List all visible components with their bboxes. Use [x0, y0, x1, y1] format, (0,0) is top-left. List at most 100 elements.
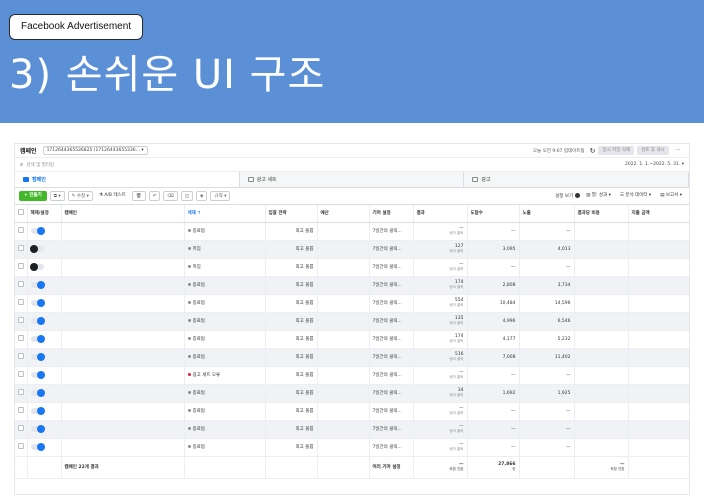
- row-checkbox[interactable]: [15, 258, 28, 277]
- campaign-name-cell[interactable]: [61, 348, 185, 367]
- checkbox[interactable]: [18, 227, 24, 233]
- tab-ads[interactable]: 광고: [464, 172, 689, 187]
- rules-button[interactable]: 규칙 ▾: [210, 191, 231, 201]
- campaign-name-cell[interactable]: [61, 294, 185, 313]
- checkbox[interactable]: [18, 317, 24, 323]
- row-checkbox[interactable]: [15, 402, 28, 421]
- campaign-name-cell[interactable]: [61, 384, 185, 403]
- checkbox[interactable]: [18, 353, 24, 359]
- tab-campaigns[interactable]: 캠페인: [15, 172, 240, 187]
- account-selector[interactable]: 1712644365536825 (17126443655336... ▾: [42, 146, 148, 155]
- column-header[interactable]: 기여 설정: [369, 205, 414, 223]
- checkbox[interactable]: [18, 443, 24, 449]
- toggle-cell[interactable]: [27, 312, 62, 331]
- column-header[interactable]: 노출: [519, 205, 575, 223]
- checkbox[interactable]: [18, 281, 24, 287]
- select-all-checkbox[interactable]: [15, 205, 28, 223]
- preview-icon[interactable]: ◫: [180, 191, 194, 201]
- table-row[interactable]: 종료됨 최고 볼륨 7일간의 클릭... 554 링크 클릭 10,484 14,596: [15, 294, 689, 313]
- campaign-name-cell[interactable]: [61, 402, 185, 421]
- more-button[interactable]: ···: [671, 146, 684, 155]
- on-off-toggle[interactable]: [30, 424, 45, 433]
- toggle-cell[interactable]: [27, 438, 62, 457]
- table-row[interactable]: 꺼짐 최고 볼륨 7일간의 클릭... 127 링크 클릭 3,095 4,013: [15, 240, 689, 259]
- checkbox[interactable]: [18, 245, 24, 251]
- edit-button[interactable]: ✎ 수정 ▾: [67, 191, 93, 201]
- toggle-cell[interactable]: [27, 222, 62, 241]
- toggle-cell[interactable]: [27, 258, 62, 277]
- toggle-cell[interactable]: [27, 366, 62, 385]
- campaign-name-cell[interactable]: [61, 222, 185, 241]
- campaign-name-cell[interactable]: [61, 330, 185, 349]
- toggle-cell[interactable]: [27, 276, 62, 295]
- row-checkbox[interactable]: [15, 222, 28, 241]
- on-off-toggle[interactable]: [30, 352, 45, 361]
- row-checkbox[interactable]: [15, 294, 28, 313]
- checkbox[interactable]: [18, 209, 24, 216]
- campaign-name-cell[interactable]: [61, 312, 185, 331]
- table-row[interactable]: 종료됨 최고 볼륨 7일간의 클릭... — 링크 클릭 — —: [15, 420, 689, 439]
- table-row[interactable]: 종료됨 최고 볼륨 7일간의 클릭... — 링크 클릭 — —: [15, 438, 689, 457]
- discard-drafts-button[interactable]: 임시 저장 삭제: [598, 146, 635, 155]
- campaign-name-cell[interactable]: [61, 438, 185, 457]
- campaign-name-cell[interactable]: [61, 420, 185, 439]
- on-off-toggle[interactable]: [30, 442, 45, 451]
- on-off-toggle[interactable]: [30, 280, 45, 289]
- checkbox[interactable]: [18, 407, 24, 413]
- on-off-toggle[interactable]: [30, 298, 45, 307]
- column-header[interactable]: 게재 ↑: [184, 205, 266, 223]
- trash-icon[interactable]: ⌫: [163, 191, 178, 201]
- campaign-name-cell[interactable]: [61, 240, 185, 259]
- duplicate-button[interactable]: ⧉ ▾: [49, 191, 65, 201]
- column-header[interactable]: 결과: [413, 205, 468, 223]
- row-checkbox[interactable]: [15, 276, 28, 295]
- breakdown-button[interactable]: ☰ 분석 데이터 ▾: [616, 191, 655, 201]
- row-checkbox[interactable]: [15, 240, 28, 259]
- ab-test-button[interactable]: ⚗ A/B 테스트: [95, 191, 129, 201]
- delete-icon[interactable]: 🗑: [131, 191, 146, 201]
- on-off-toggle[interactable]: [30, 334, 45, 343]
- checkbox[interactable]: [18, 371, 24, 377]
- review-publish-button[interactable]: 검토 후 게시: [637, 146, 669, 155]
- campaign-name-cell[interactable]: [61, 258, 185, 277]
- row-checkbox[interactable]: [15, 366, 28, 385]
- campaign-name-cell[interactable]: [61, 276, 185, 295]
- on-off-toggle[interactable]: [30, 316, 45, 325]
- tag-icon[interactable]: ◈: [196, 191, 208, 201]
- row-checkbox[interactable]: [15, 384, 28, 403]
- column-header[interactable]: 도달수: [467, 205, 520, 223]
- toggle-cell[interactable]: [27, 420, 62, 439]
- column-header[interactable]: 결과당 비용: [574, 205, 629, 223]
- on-off-toggle[interactable]: [30, 226, 45, 235]
- toggle-cell[interactable]: [27, 402, 62, 421]
- checkbox[interactable]: [18, 263, 24, 269]
- row-checkbox[interactable]: [15, 348, 28, 367]
- table-row[interactable]: 광고 세트 오류 최고 볼륨 7일간의 클릭... — 링크 클릭 — —: [15, 366, 689, 385]
- row-checkbox[interactable]: [15, 420, 28, 439]
- table-row[interactable]: 종료됨 최고 볼륨 7일간의 클릭... — 링크 클릭 — —: [15, 402, 689, 421]
- create-button[interactable]: + 만들기: [19, 191, 47, 201]
- date-range-picker[interactable]: 2022. 1. 1.~2022. 5. 31. ▾: [625, 162, 684, 167]
- checkbox[interactable]: [18, 425, 24, 431]
- columns-button[interactable]: ▥ 열: 성과 ▾: [583, 191, 614, 201]
- checkbox[interactable]: [18, 335, 24, 341]
- toggle-cell[interactable]: [27, 294, 62, 313]
- reports-button[interactable]: ▤ 보고서 ▾: [657, 191, 685, 201]
- table-row[interactable]: 종료됨 최고 볼륨 7일간의 클릭... 174 링크 클릭 2,808 3,734: [15, 276, 689, 295]
- toggle-cell[interactable]: [27, 384, 62, 403]
- toggle-cell[interactable]: [27, 330, 62, 349]
- column-header[interactable]: 해제/설정: [27, 205, 62, 223]
- table-row[interactable]: 종료됨 최고 볼륨 7일간의 클릭... 34 링크 클릭 1,692 1,925: [15, 384, 689, 403]
- on-off-toggle[interactable]: [30, 406, 45, 415]
- checkbox[interactable]: [18, 389, 24, 395]
- on-off-toggle[interactable]: [29, 244, 44, 253]
- undo-icon[interactable]: ↶: [148, 191, 161, 201]
- checkbox[interactable]: [18, 299, 24, 305]
- campaign-name-cell[interactable]: [61, 366, 185, 385]
- search-input[interactable]: 검색 및 필터링: [26, 162, 54, 168]
- table-row[interactable]: 종료됨 최고 볼륨 7일간의 클릭... 135 링크 클릭 4,996 6,546: [15, 312, 689, 331]
- on-off-toggle[interactable]: [30, 388, 45, 397]
- table-row[interactable]: 종료됨 최고 볼륨 7일간의 클릭... 174 링크 클릭 4,177 5,232: [15, 330, 689, 349]
- table-row[interactable]: 꺼짐 최고 볼륨 7일간의 클릭... — 링크 클릭 — —: [15, 258, 689, 277]
- setting-view-toggle[interactable]: 설정 보기: [555, 193, 581, 199]
